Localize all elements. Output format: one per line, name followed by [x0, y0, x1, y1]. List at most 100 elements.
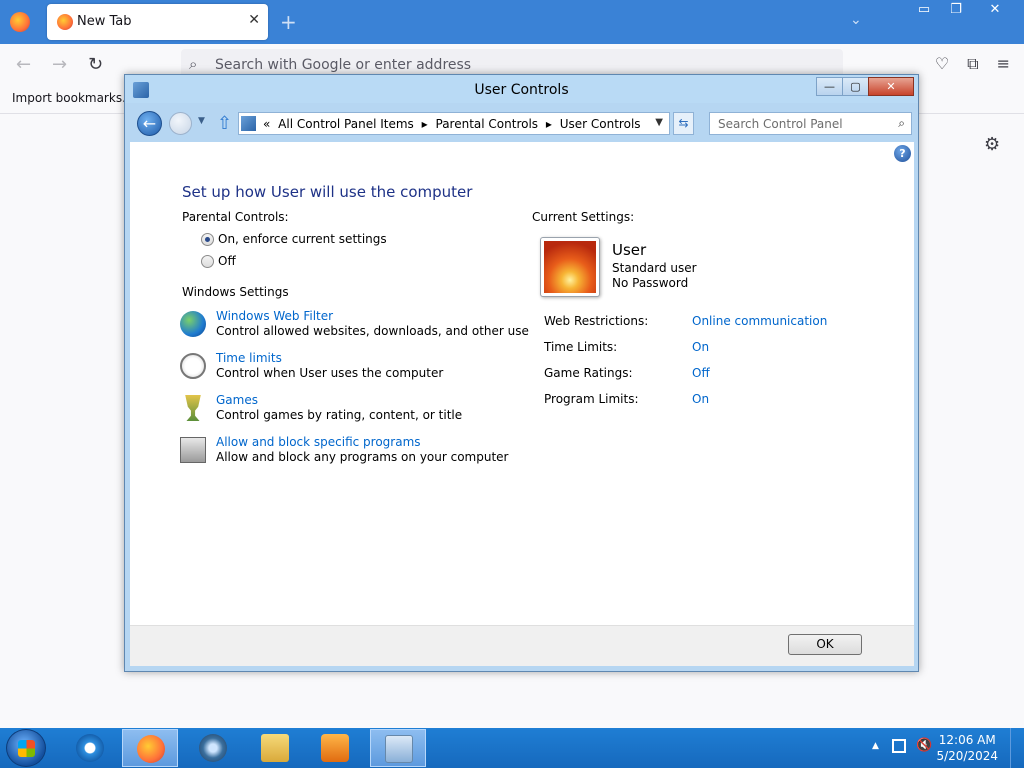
programs-link[interactable]: Allow and block specific programs	[216, 435, 421, 449]
maximize-button[interactable]: ▢	[842, 77, 869, 96]
reload-icon[interactable]: ↻	[88, 54, 103, 75]
web-restrictions-value[interactable]: Online communication	[692, 314, 827, 328]
breadcrumb-overflow[interactable]: «	[263, 117, 270, 131]
taskbar-explorer[interactable]	[247, 729, 303, 767]
window-title: User Controls	[474, 82, 569, 98]
url-placeholder: Search with Google or enter address	[215, 57, 472, 73]
game-ratings-label: Game Ratings:	[544, 366, 633, 380]
current-settings-label: Current Settings:	[532, 210, 635, 224]
explorer-toolbar: ← ▼ ⇧ « All Control Panel Items ▸ Parent…	[125, 105, 918, 141]
program-limits-label: Program Limits:	[544, 392, 639, 406]
clock-date: 5/20/2024	[936, 749, 998, 763]
radio-off[interactable]: Off	[201, 254, 236, 268]
programs-desc: Allow and block any programs on your com…	[216, 450, 509, 464]
radio-off-label[interactable]: Off	[218, 254, 236, 268]
breadcrumb-separator[interactable]: ▸	[422, 117, 428, 131]
radio-on-button[interactable]	[201, 232, 214, 246]
firefox-menu-icon[interactable]	[10, 12, 30, 32]
user-type: Standard user	[612, 261, 697, 275]
clock[interactable]: 12:06 AM 5/20/2024	[936, 732, 998, 764]
taskbar-firefox[interactable]	[122, 729, 178, 767]
firefox-favicon-icon	[57, 14, 73, 30]
browser-minimize-button[interactable]: ▭	[908, 0, 940, 20]
extensions-icon[interactable]: ⧉	[967, 54, 978, 74]
media-center-icon	[321, 734, 349, 762]
control-panel-small-icon	[241, 116, 256, 131]
start-button[interactable]	[6, 729, 46, 767]
breadcrumb-separator[interactable]: ▸	[546, 117, 552, 131]
new-tab-icon[interactable]: +	[280, 10, 297, 34]
windows-logo-icon	[18, 740, 35, 757]
close-button[interactable]: ✕	[868, 77, 914, 96]
back-arrow-icon[interactable]: ←	[16, 54, 31, 75]
show-desktop-button[interactable]	[1010, 728, 1024, 768]
windows-settings-label: Windows Settings	[182, 285, 289, 299]
taskbar-media-center[interactable]	[307, 729, 363, 767]
tab-close-icon[interactable]: ✕	[248, 12, 260, 28]
search-input[interactable]	[716, 116, 886, 132]
content-pane: ? Set up how User will use the computer …	[130, 142, 914, 625]
game-ratings-value[interactable]: Off	[692, 366, 710, 380]
user-name: User	[612, 241, 647, 259]
breadcrumb: « All Control Panel Items ▸ Parental Con…	[263, 117, 645, 131]
user-controls-window: User Controls — ▢ ✕ ← ▼ ⇧ « All Control …	[124, 74, 919, 672]
trophy-icon	[185, 395, 201, 421]
pocket-icon[interactable]: ♡	[935, 54, 949, 74]
ok-button[interactable]: OK	[788, 634, 862, 655]
time-limits-desc: Control when User uses the computer	[216, 366, 444, 380]
browser-tab-bar: New Tab ✕ + ⌄ ▭ ❐ ✕	[0, 0, 1024, 44]
time-limits-value[interactable]: On	[692, 340, 709, 354]
show-hidden-icons-icon[interactable]: ▲	[872, 741, 879, 751]
window-controls: — ▢ ✕	[816, 77, 914, 96]
window-footer: OK	[130, 625, 914, 666]
network-icon[interactable]	[892, 739, 906, 753]
control-panel-taskbar-icon	[385, 735, 413, 763]
taskbar-control-panel[interactable]	[370, 729, 426, 767]
folder-icon	[261, 734, 289, 762]
import-bookmarks-link[interactable]: Import bookmarks...	[12, 91, 134, 105]
radio-off-button[interactable]	[201, 254, 214, 268]
browser-restore-button[interactable]: ❐	[940, 0, 972, 20]
taskbar-internet-explorer[interactable]	[62, 729, 118, 767]
address-dropdown-icon[interactable]: ▼	[655, 117, 663, 128]
breadcrumb-all-control-panel-items[interactable]: All Control Panel Items	[278, 117, 414, 131]
refresh-button[interactable]: ⇆	[673, 112, 694, 135]
help-icon[interactable]: ?	[894, 145, 911, 162]
tab-new-tab[interactable]: New Tab ✕	[47, 4, 268, 40]
web-restrictions-label: Web Restrictions:	[544, 314, 649, 328]
time-limits-link[interactable]: Time limits	[216, 351, 282, 365]
web-filter-link[interactable]: Windows Web Filter	[216, 309, 333, 323]
minimize-button[interactable]: —	[816, 77, 843, 96]
time-limits-label: Time Limits:	[544, 340, 618, 354]
up-arrow-icon[interactable]: ⇧	[217, 113, 232, 134]
breadcrumb-parental-controls[interactable]: Parental Controls	[436, 117, 539, 131]
recent-pages-chevron-icon[interactable]: ▼	[198, 116, 205, 126]
search-box: ⌕	[709, 112, 912, 135]
browser-close-button[interactable]: ✕	[972, 0, 1018, 20]
tab-title: New Tab	[77, 14, 132, 29]
avatar	[540, 237, 600, 297]
window-title-bar[interactable]: User Controls — ▢ ✕	[125, 75, 918, 103]
taskbar-media-player[interactable]	[185, 729, 241, 767]
forward-button[interactable]	[169, 112, 192, 135]
newtab-settings-gear-icon[interactable]: ⚙	[984, 134, 1000, 155]
address-bar[interactable]: « All Control Panel Items ▸ Parental Con…	[238, 112, 670, 135]
games-link[interactable]: Games	[216, 393, 258, 407]
breadcrumb-user-controls[interactable]: User Controls	[560, 117, 641, 131]
internet-explorer-icon	[76, 734, 104, 762]
list-tabs-icon[interactable]: ⌄	[850, 12, 862, 28]
forward-arrow-icon[interactable]: →	[52, 54, 67, 75]
radio-on-label[interactable]: On, enforce current settings	[218, 232, 387, 246]
menu-hamburger-icon[interactable]: ≡	[997, 54, 1010, 74]
program-limits-value[interactable]: On	[692, 392, 709, 406]
parental-controls-label: Parental Controls:	[182, 210, 289, 224]
stopwatch-icon	[180, 353, 206, 379]
search-icon[interactable]: ⌕	[898, 116, 905, 131]
globe-icon	[180, 311, 206, 337]
radio-on[interactable]: On, enforce current settings	[201, 232, 387, 246]
search-icon: ⌕	[189, 55, 198, 73]
volume-muted-icon[interactable]: 🔇	[916, 738, 932, 753]
media-player-icon	[199, 734, 227, 762]
back-button[interactable]: ←	[137, 111, 162, 136]
browser-toolbar-icons: ♡ ⧉ ≡	[935, 54, 1010, 74]
